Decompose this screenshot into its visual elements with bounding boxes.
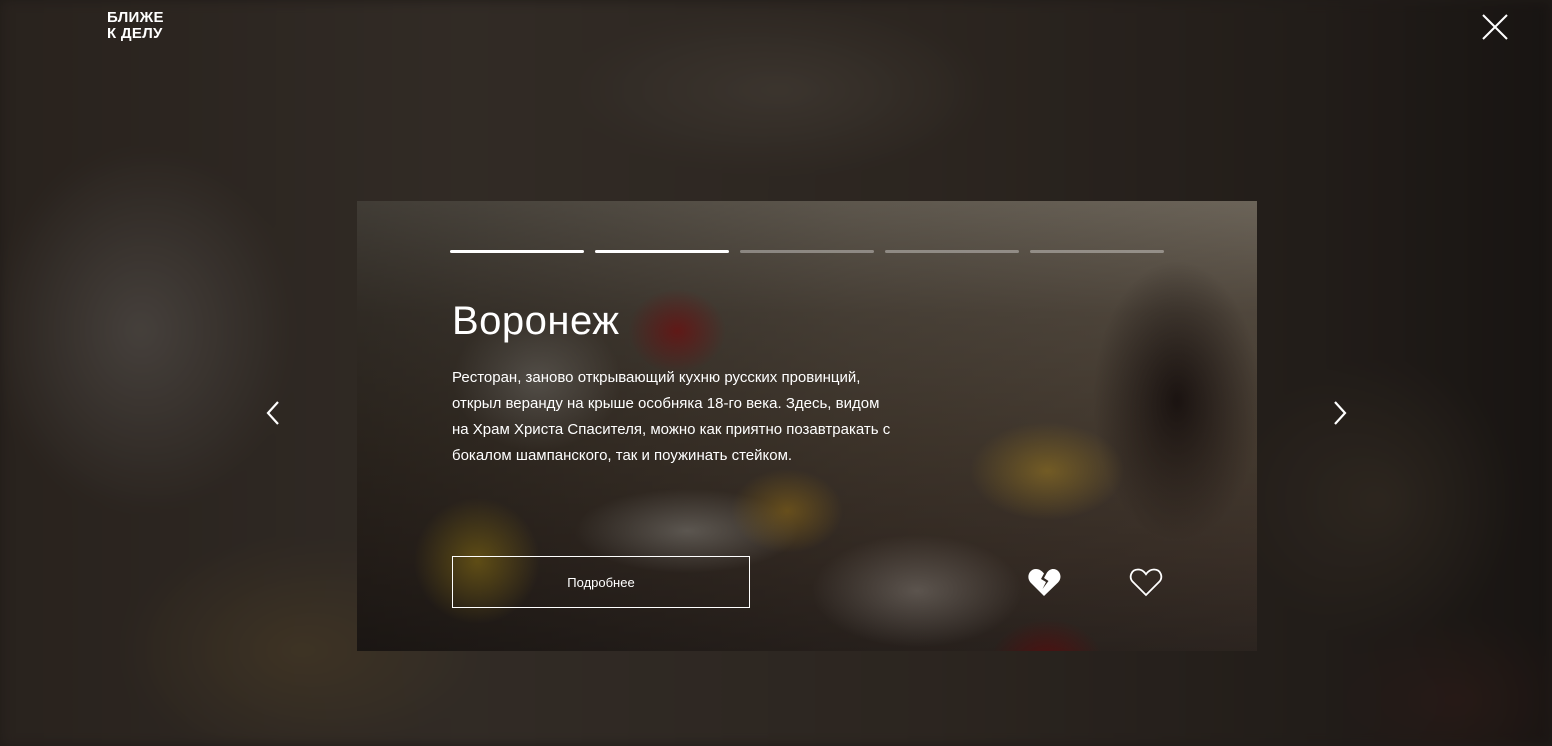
progress-segment[interactable] — [450, 250, 584, 253]
brand-logo[interactable]: БЛИЖЕ К ДЕЛУ — [107, 10, 164, 42]
more-button[interactable]: Подробнее — [452, 556, 750, 608]
story-card: Воронеж Ресторан, заново открывающий кух… — [357, 201, 1257, 651]
logo-line-2: К ДЕЛУ — [107, 25, 163, 42]
close-button[interactable] — [1480, 12, 1510, 42]
like-button[interactable] — [1129, 567, 1163, 597]
story-progress — [450, 250, 1164, 253]
prev-story-button[interactable] — [263, 398, 283, 428]
story-title: Воронеж — [452, 299, 620, 343]
broken-heart-icon — [1028, 569, 1061, 596]
heart-outline-icon — [1129, 568, 1163, 597]
chevron-left-icon — [266, 401, 279, 425]
logo-line-1: БЛИЖЕ — [107, 9, 164, 26]
progress-segment[interactable] — [1030, 250, 1164, 253]
chevron-right-icon — [1334, 401, 1347, 425]
dislike-button[interactable] — [1027, 567, 1061, 597]
story-description: Ресторан, заново открывающий кухню русск… — [452, 369, 891, 464]
progress-segment[interactable] — [740, 250, 874, 253]
progress-segment[interactable] — [885, 250, 1019, 253]
progress-segment[interactable] — [595, 250, 729, 253]
close-icon — [1482, 14, 1508, 40]
next-story-button[interactable] — [1330, 398, 1350, 428]
